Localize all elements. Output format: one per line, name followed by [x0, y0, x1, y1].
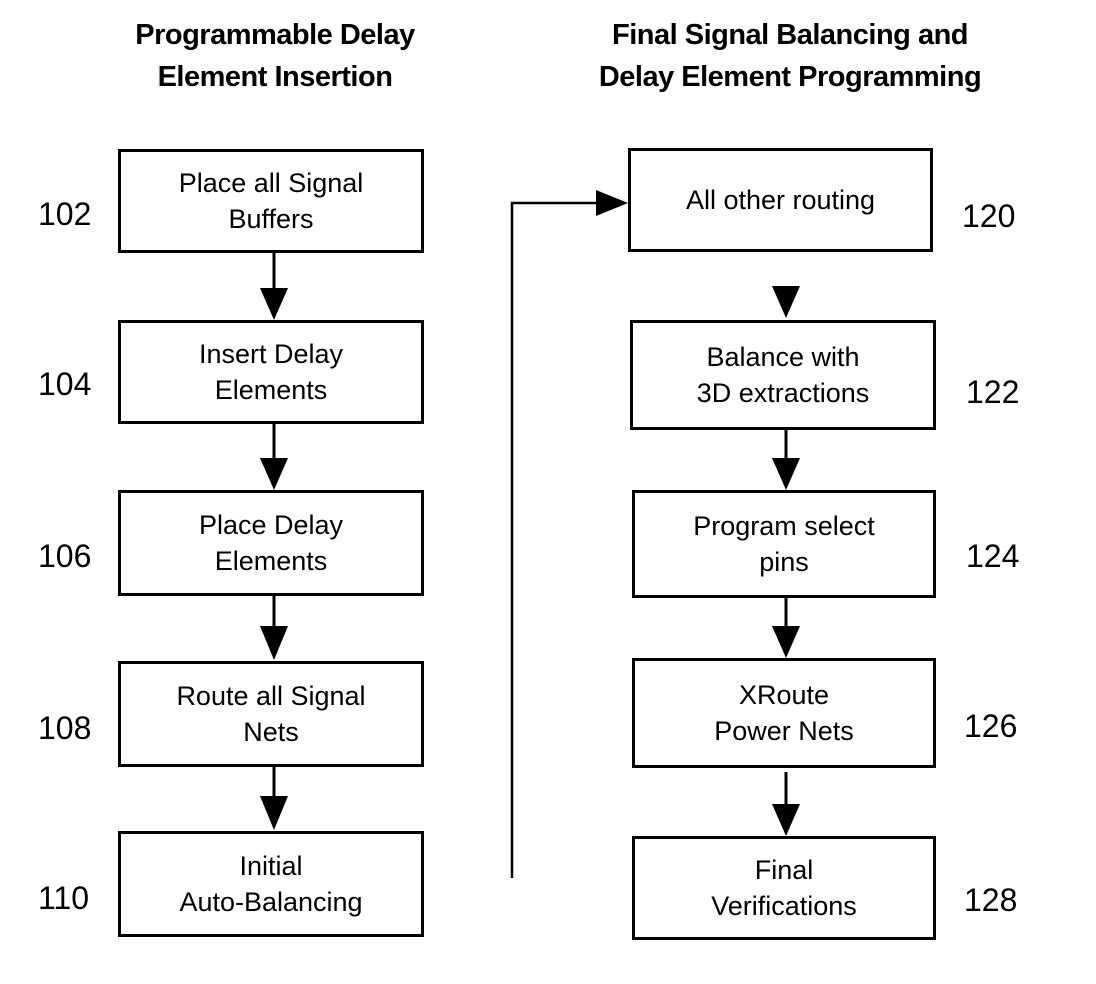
step-box-122[interactable]: Balance with 3D extractions — [630, 320, 936, 430]
step-126-line2: Power Nets — [714, 716, 854, 746]
ref-label-126: 126 — [964, 708, 1018, 744]
ref-label-120: 120 — [962, 198, 1016, 234]
ref-label-102: 102 — [38, 196, 92, 232]
step-box-108[interactable]: Route all Signal Nets — [118, 661, 424, 767]
step-120-line1: All other routing — [685, 185, 876, 215]
step-104-line2: Elements — [214, 375, 328, 405]
step-box-102[interactable]: Place all Signal Buffers — [118, 149, 424, 253]
ref-label-110: 110 — [38, 880, 90, 916]
step-128-line2: Verifications — [711, 891, 857, 921]
cross-column-connector — [510, 190, 628, 878]
step-108-line2: Nets — [243, 717, 299, 747]
step-box-110[interactable]: Initial Auto-Balancing — [118, 831, 424, 937]
ref-label-124: 124 — [966, 538, 1020, 574]
step-128-line1: Final — [754, 855, 814, 885]
ref-label-106: 106 — [38, 538, 92, 574]
step-102-line1: Place all Signal — [178, 168, 364, 198]
step-122-line2: 3D extractions — [696, 378, 870, 408]
ref-label-108: 108 — [38, 710, 92, 746]
step-124-line2: pins — [759, 547, 809, 577]
step-106-line2: Elements — [214, 546, 328, 576]
ref-label-104: 104 — [38, 366, 92, 402]
step-122-line1: Balance with — [706, 342, 860, 372]
step-box-106[interactable]: Place Delay Elements — [118, 490, 424, 596]
step-110-line1: Initial — [239, 851, 303, 881]
step-106-line1: Place Delay — [198, 510, 344, 540]
ref-label-122: 122 — [966, 374, 1020, 410]
step-box-128[interactable]: Final Verifications — [632, 836, 936, 940]
step-108-line1: Route all Signal — [176, 681, 366, 711]
step-126-line1: XRoute — [738, 680, 830, 710]
step-box-120[interactable]: All other routing — [628, 148, 933, 252]
step-110-line2: Auto-Balancing — [179, 887, 363, 917]
step-box-104[interactable]: Insert Delay Elements — [118, 320, 424, 424]
step-box-124[interactable]: Program select pins — [632, 490, 936, 598]
step-124-line1: Program select — [693, 511, 875, 541]
step-104-line1: Insert Delay — [198, 339, 344, 369]
step-102-line2: Buffers — [228, 204, 314, 234]
ref-label-128: 128 — [964, 882, 1018, 918]
step-box-126[interactable]: XRoute Power Nets — [632, 658, 936, 768]
